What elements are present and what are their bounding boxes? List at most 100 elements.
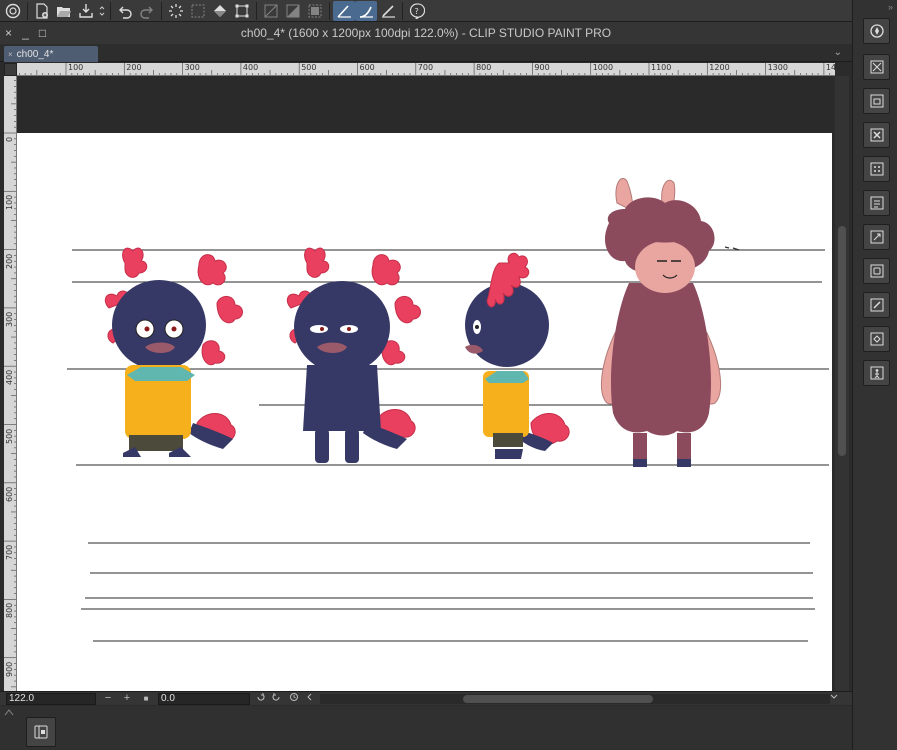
document-title-bar: × _ □ ch00_4* (1600 x 1200px 100dpi 122.… <box>0 22 852 44</box>
timeline-palette-button[interactable] <box>26 717 56 747</box>
fill-icon[interactable] <box>209 1 231 21</box>
layer-mask-icon[interactable] <box>863 190 890 216</box>
llama-character <box>601 178 721 467</box>
close-window-button[interactable]: × <box>0 26 17 40</box>
select-all-icon[interactable] <box>187 1 209 21</box>
ruler-top-label: 600 <box>359 63 375 72</box>
ruler-top-label: 300 <box>184 63 200 72</box>
fill-selection-icon[interactable] <box>304 1 326 21</box>
ruler-left-label: 500 <box>5 428 14 444</box>
vertical-scrollbar-thumb[interactable] <box>838 226 846 456</box>
rotate-right-icon[interactable] <box>270 692 282 706</box>
document-tab[interactable]: × ch00_4* <box>4 46 98 62</box>
new-file-icon[interactable] <box>31 1 53 21</box>
scroll-right-icon[interactable] <box>828 692 840 706</box>
ruler-top-label: 200 <box>126 63 142 72</box>
ruler-left-label: 0 <box>5 136 14 142</box>
clip-studio-icon[interactable] <box>2 1 24 21</box>
toolbar-divider <box>329 1 330 20</box>
toolbar-divider <box>110 1 111 20</box>
minimize-window-button[interactable]: _ <box>17 26 34 40</box>
collapse-panel-button[interactable]: » <box>853 0 897 14</box>
ruler-left-label: 200 <box>5 253 14 269</box>
navigator-icon[interactable] <box>863 18 890 44</box>
bottom-palette-dock <box>0 706 852 750</box>
toolbar-divider <box>27 1 28 20</box>
right-palette-bar: » <box>852 0 897 750</box>
tab-menu-chevron-icon[interactable]: ⌄ <box>834 47 842 58</box>
snap-ruler-icon[interactable] <box>333 0 355 21</box>
ruler-top-label: 1000 <box>592 63 614 72</box>
toolbar-divider <box>402 1 403 20</box>
save-options-icon[interactable] <box>97 1 107 21</box>
edit-icon[interactable] <box>863 292 890 318</box>
rotate-left-icon[interactable] <box>255 692 267 706</box>
save-icon[interactable] <box>75 1 97 21</box>
canvas-paper[interactable] <box>17 133 832 691</box>
clip-studio-window: ? × _ □ ch00_4* (1600 x 1200px 100dpi 12… <box>0 0 897 750</box>
layer-property-icon[interactable] <box>863 54 890 80</box>
snap-special-ruler-icon[interactable] <box>355 0 377 21</box>
ruler-top-label: 1200 <box>709 63 730 72</box>
help-icon[interactable]: ? <box>406 1 428 21</box>
artwork <box>67 178 829 642</box>
document-tab-label: ch00_4* <box>16 48 54 60</box>
transform-icon[interactable] <box>231 1 253 21</box>
svg-text:?: ? <box>415 7 419 16</box>
rotation-angle-field[interactable]: 0.0 <box>158 693 250 705</box>
snap-grid-icon[interactable] <box>377 1 399 21</box>
zoom-out-button[interactable]: − <box>102 692 114 705</box>
transform-layer-icon[interactable] <box>863 224 890 250</box>
ruler-top-label: 140 <box>825 63 835 72</box>
clear-selection-icon[interactable] <box>165 1 187 21</box>
vertical-scrollbar[interactable] <box>835 76 849 691</box>
ruler-top-label: 700 <box>417 63 434 72</box>
figure-icon[interactable] <box>863 360 890 386</box>
command-bar: ? <box>0 0 852 22</box>
ruler-left-label: 700 <box>5 544 14 561</box>
ruler-left-label: 400 <box>5 369 14 386</box>
toolbar-divider <box>161 1 162 20</box>
ruler-left-label: 600 <box>5 486 14 502</box>
document-tab-bar: × ch00_4* ⌄ <box>0 44 852 62</box>
ruler-top-label: 900 <box>534 63 550 72</box>
undo-icon[interactable] <box>114 1 136 21</box>
axolotl-front-view <box>104 247 243 457</box>
canvas-workspace[interactable] <box>17 76 833 691</box>
ruler-top-label: 1100 <box>651 63 672 72</box>
zoom-level-field[interactable]: 122.0 <box>6 693 96 705</box>
flip-horizontal-icon[interactable] <box>304 692 316 706</box>
material-icon[interactable] <box>863 258 890 284</box>
ruler-left-label: 900 <box>5 661 14 677</box>
ruler-left-label: 300 <box>5 311 14 327</box>
window-title: ch00_4* (1600 x 1200px 100dpi 122.0%) - … <box>240 26 612 40</box>
ruler-top-label: 400 <box>242 63 259 72</box>
ruler-top-label: 800 <box>476 63 492 72</box>
zoom-in-button[interactable]: + <box>121 692 133 705</box>
horizontal-scrollbar-thumb[interactable] <box>463 695 653 703</box>
canvas-status-bar: 122.0 − + ■ 0.0 <box>0 691 852 705</box>
hide-outside-icon[interactable] <box>260 1 282 21</box>
fit-to-window-button[interactable]: ■ <box>140 692 152 705</box>
dock-grip-icon[interactable] <box>4 708 14 718</box>
vertical-ruler[interactable]: 0 100 200 300 400 500 600 700 800 900 <box>4 76 17 691</box>
export-icon[interactable] <box>863 326 890 352</box>
ruler-top-label: 1300 <box>767 63 788 72</box>
close-tab-icon[interactable]: × <box>8 50 13 59</box>
axolotl-side-view <box>465 252 570 459</box>
reset-rotation-icon[interactable] <box>288 692 300 706</box>
redo-icon[interactable] <box>136 1 158 21</box>
tone-icon[interactable] <box>863 156 890 182</box>
ruler-left-label: 800 <box>5 603 14 619</box>
ruler-corner <box>4 63 17 76</box>
layer-folder-icon[interactable] <box>863 88 890 114</box>
ruler-top-label: 100 <box>68 63 84 72</box>
maximize-window-button[interactable]: □ <box>34 26 51 40</box>
horizontal-ruler[interactable]: 100 200 300 400 500 600 700 800 900 1000 1100 1200 1… <box>17 63 835 76</box>
delete-layer-icon[interactable] <box>863 122 890 148</box>
clear-icon[interactable] <box>282 1 304 21</box>
horizontal-scrollbar[interactable] <box>320 694 830 704</box>
axolotl-back-view <box>286 247 421 463</box>
open-file-icon[interactable] <box>53 1 75 21</box>
ruler-left-label: 100 <box>5 195 14 211</box>
